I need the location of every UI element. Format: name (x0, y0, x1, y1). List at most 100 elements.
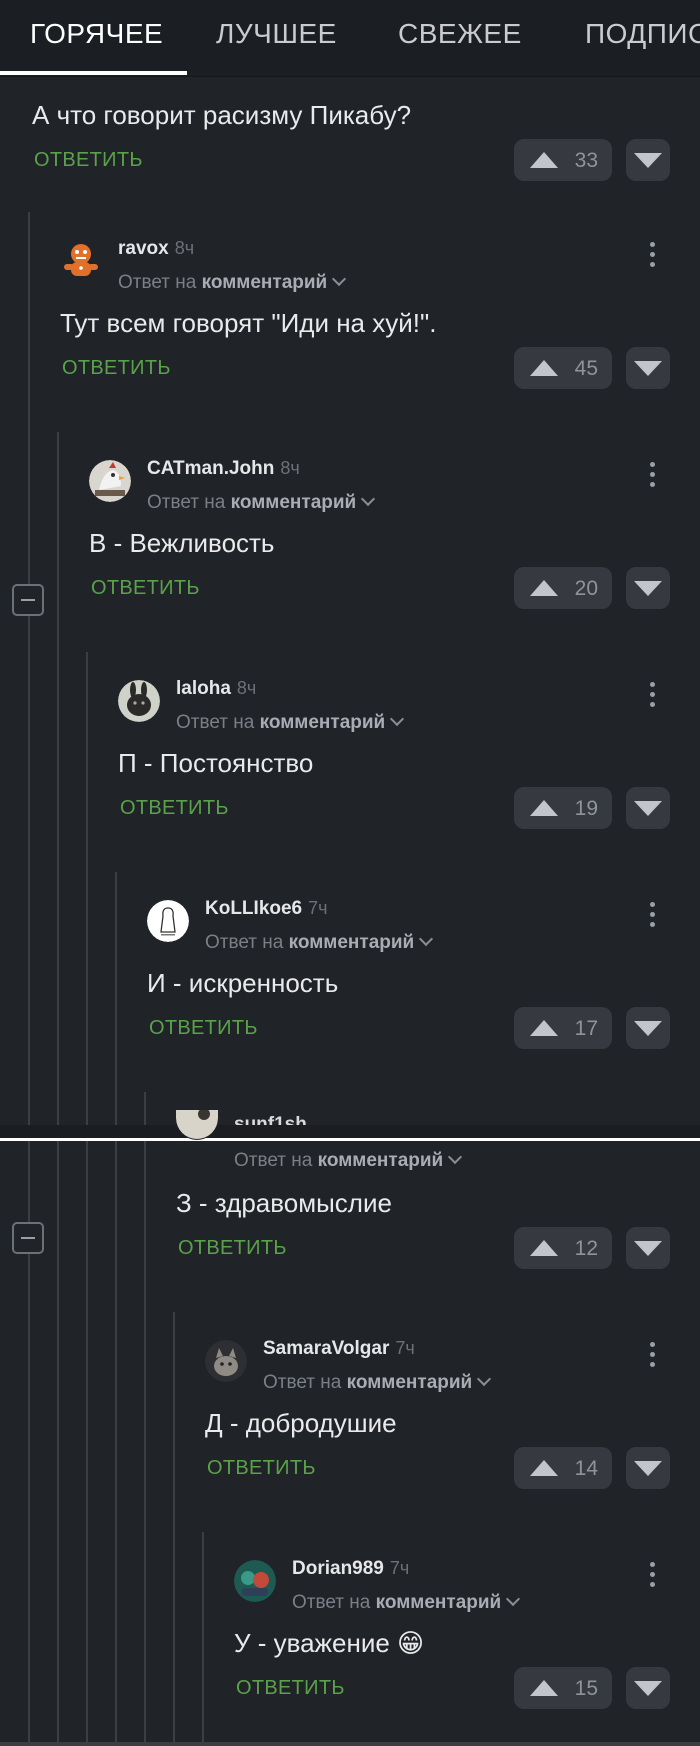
username-text: SamaraVolgar (263, 1338, 390, 1359)
reply-to-target: комментарий (346, 1372, 473, 1393)
username[interactable]: Dorian989 7ч (292, 1558, 409, 1580)
vote-count: 14 (574, 1457, 598, 1480)
reply-to-link[interactable]: Ответ на комментарий (292, 1591, 521, 1614)
tab-hot[interactable]: ГОРЯЧЕЕ (30, 18, 163, 50)
downvote-icon (634, 153, 662, 168)
thread-line[interactable] (173, 1312, 175, 1742)
downvote-button[interactable] (626, 567, 670, 609)
downvote-button[interactable] (626, 1227, 670, 1269)
tab-fresh[interactable]: СВЕЖЕЕ (398, 18, 522, 50)
reply-to-link[interactable]: Ответ на комментарий (118, 271, 347, 294)
reply-button[interactable]: ОТВЕТИТЬ (236, 1677, 345, 1700)
more-icon[interactable] (648, 682, 656, 712)
downvote-button[interactable] (626, 1667, 670, 1709)
more-icon[interactable] (648, 902, 656, 932)
vote-count: 17 (574, 1017, 598, 1040)
downvote-icon (634, 361, 662, 376)
avatar[interactable] (118, 680, 160, 722)
active-tab-indicator (0, 71, 187, 75)
reply-to-link[interactable]: Ответ на комментарий (263, 1371, 492, 1394)
reply-button[interactable]: ОТВЕТИТЬ (120, 797, 229, 820)
tab-subscriptions[interactable]: ПОДПИСКИ (585, 18, 700, 50)
comment: KoLLIkoe6 7ч Ответ на комментарий И - иск… (147, 890, 670, 1051)
username[interactable]: laloha 8ч (176, 678, 256, 700)
chevron-down-icon (332, 271, 347, 287)
upvote-icon (530, 1240, 558, 1256)
upvote-button[interactable]: 14 (514, 1447, 612, 1489)
reply-button[interactable]: ОТВЕТИТЬ (62, 357, 171, 380)
avatar[interactable] (234, 1560, 276, 1602)
reply-to-prefix: Ответ на (263, 1372, 342, 1393)
thread-line[interactable] (144, 1092, 146, 1742)
username[interactable]: SamaraVolgar 7ч (263, 1338, 415, 1360)
downvote-button[interactable] (626, 787, 670, 829)
reply-to-link[interactable]: Ответ на комментарий (147, 491, 376, 514)
avatar[interactable] (147, 900, 189, 942)
comment-actions: ОТВЕТИТЬ 20 (89, 567, 670, 611)
reply-to-prefix: Ответ на (205, 932, 284, 953)
downvote-button[interactable] (626, 1447, 670, 1489)
upvote-icon (530, 1680, 558, 1696)
reply-button[interactable]: ОТВЕТИТЬ (178, 1237, 287, 1260)
tab-best[interactable]: ЛУЧШЕЕ (216, 18, 337, 50)
username[interactable]: KoLLIkoe6 7ч (205, 898, 328, 920)
comment: А что говорит расизму Пикабу? ОТВЕТИТЬ 3… (32, 88, 670, 183)
downvote-button[interactable] (626, 347, 670, 389)
avatar[interactable] (60, 240, 102, 282)
thread-line[interactable] (57, 432, 59, 1742)
upvote-button[interactable]: 15 (514, 1667, 612, 1709)
downvote-button[interactable] (626, 139, 670, 181)
more-icon[interactable] (648, 1342, 656, 1372)
comment-text: И - искренность (147, 968, 339, 998)
more-icon[interactable] (648, 462, 656, 492)
downvote-icon (634, 1681, 662, 1696)
more-icon[interactable] (648, 242, 656, 272)
comment-time: 8ч (174, 238, 195, 258)
bottom-divider (0, 1742, 700, 1746)
upvote-button[interactable]: 45 (514, 347, 612, 389)
comment-time: 8ч (236, 678, 257, 698)
upvote-button[interactable]: 19 (514, 787, 612, 829)
thread-line[interactable] (86, 652, 88, 1742)
downvote-icon (634, 1461, 662, 1476)
thread-line[interactable] (202, 1532, 204, 1742)
username-text: CATman.John (147, 458, 275, 479)
chevron-down-icon (361, 491, 376, 507)
downvote-icon (634, 581, 662, 596)
comment-text: П - Постоянство (118, 748, 314, 778)
username[interactable]: ravox 8ч (118, 238, 194, 260)
more-icon[interactable] (648, 1562, 656, 1592)
collapse-icon[interactable] (12, 1222, 44, 1254)
reply-button[interactable]: ОТВЕТИТЬ (91, 577, 200, 600)
reply-to-link[interactable]: Ответ на комментарий (234, 1149, 463, 1172)
upvote-button[interactable]: 17 (514, 1007, 612, 1049)
comment-time: 7ч (395, 1338, 415, 1358)
reply-button[interactable]: ОТВЕТИТЬ (34, 149, 143, 172)
username[interactable]: CATman.John 8ч (147, 458, 300, 480)
comment-actions: ОТВЕТИТЬ 33 (32, 139, 670, 183)
comment: Dorian989 7ч Ответ на комментарий У - ува… (234, 1550, 670, 1711)
reply-to-link[interactable]: Ответ на комментарий (205, 931, 434, 954)
reply-button[interactable]: ОТВЕТИТЬ (149, 1017, 258, 1040)
downvote-button[interactable] (626, 1007, 670, 1049)
avatar[interactable] (89, 460, 131, 502)
upvote-icon (530, 800, 558, 816)
upvote-button[interactable]: 33 (514, 139, 612, 181)
chevron-down-icon (506, 1591, 521, 1607)
comment-text: У - уважение 😁 (234, 1628, 425, 1658)
collapse-icon[interactable] (12, 584, 44, 616)
thread-line[interactable] (28, 212, 30, 1742)
chevron-down-icon (390, 711, 405, 727)
thread-line[interactable] (115, 872, 117, 1742)
username-text: KoLLIkoe6 (205, 898, 303, 919)
reply-to-target: комментарий (230, 492, 357, 513)
reply-to-link[interactable]: Ответ на комментарий (176, 711, 405, 734)
upvote-button[interactable]: 20 (514, 567, 612, 609)
avatar[interactable] (176, 1110, 218, 1140)
upvote-icon (530, 360, 558, 376)
upvote-button[interactable]: 12 (514, 1227, 612, 1269)
reply-button[interactable]: ОТВЕТИТЬ (207, 1457, 316, 1480)
reply-to-prefix: Ответ на (118, 272, 197, 293)
avatar[interactable] (205, 1340, 247, 1382)
reply-to-target: комментарий (288, 932, 415, 953)
